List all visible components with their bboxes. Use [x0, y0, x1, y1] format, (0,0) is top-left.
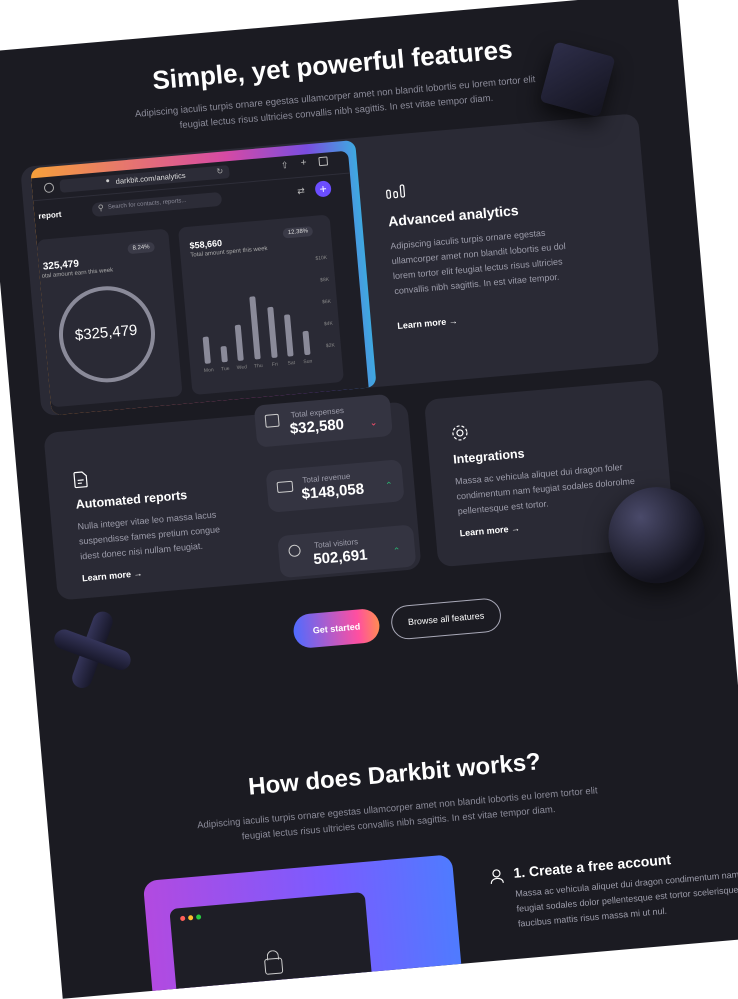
cash-icon	[277, 481, 294, 493]
wallet-icon	[265, 414, 280, 428]
lock-icon: ●	[105, 177, 110, 184]
browse-features-button[interactable]: Browse all features	[390, 597, 503, 640]
chart-bar	[267, 307, 277, 358]
arrow-right-icon: →	[511, 523, 521, 534]
trend-up-icon: ⌃	[385, 480, 393, 492]
reload-icon[interactable]: ↻	[216, 167, 223, 177]
chart-bar	[302, 331, 310, 355]
gear-icon	[450, 423, 470, 447]
dashboard-mockup: ● darkbit.com/analytics ↻ ⇧ + report ⚲ S…	[30, 140, 376, 415]
signup-illustration	[143, 854, 464, 998]
trend-down-icon: ⌄	[369, 417, 377, 429]
stat-value: 502,691	[313, 546, 369, 568]
window-dot-green	[196, 914, 201, 919]
x-tick-label: Sun	[299, 358, 316, 365]
search-icon: ⚲	[98, 203, 105, 212]
document-icon	[73, 471, 89, 494]
mockup-window: ● darkbit.com/analytics ↻ ⇧ + report ⚲ S…	[31, 151, 369, 416]
window-dot-red	[180, 916, 185, 921]
x-tick-label: Fri	[266, 361, 283, 368]
arrow-right-icon: →	[133, 568, 143, 579]
y-tick-label: $2K	[326, 343, 335, 350]
y-tick-label: $10K	[315, 255, 327, 262]
chart-bar	[203, 336, 211, 364]
users-icon	[288, 544, 301, 557]
user-icon	[489, 868, 505, 890]
chart-bar	[235, 324, 244, 361]
mockup-search-input[interactable]: ⚲ Search for contacts, reports...	[92, 192, 223, 217]
search-placeholder: Search for contacts, reports...	[108, 198, 187, 211]
spending-value: $58,660	[189, 238, 222, 251]
x-tick-label: Sat	[283, 360, 300, 367]
address-bar[interactable]: ● darkbit.com/analytics ↻	[59, 165, 229, 193]
x-tick-label: Wed	[233, 364, 250, 371]
filter-icon[interactable]: ⇄	[297, 186, 305, 198]
y-tick-label: $6K	[322, 299, 331, 306]
y-tick-label: $4K	[324, 321, 333, 328]
spending-bar-chart: $10K $8K $6K $4K $2K MonTueWedThuFriSatS…	[191, 255, 337, 386]
chart-bar	[284, 314, 294, 356]
mockup-page-label: report	[38, 210, 62, 221]
chart-bar	[220, 346, 227, 362]
arrow-right-icon: →	[448, 316, 458, 327]
x-tick-label: Tue	[217, 365, 234, 372]
new-tab-icon[interactable]: +	[300, 157, 307, 168]
bars-area	[191, 257, 315, 365]
lock-shackle	[266, 950, 279, 961]
share-icon[interactable]: ⇧	[281, 160, 289, 172]
x-tick-label: Mon	[200, 367, 217, 374]
address-url: darkbit.com/analytics	[115, 171, 186, 186]
sidebar-toggle-icon[interactable]	[44, 182, 55, 193]
trend-up-icon: ⌃	[393, 546, 401, 558]
features-page: Simple, yet powerful features Adipiscing…	[0, 0, 738, 999]
tabs-icon[interactable]	[318, 156, 328, 166]
earnings-card: 325,479 otal amount earn this week 8.24%…	[37, 229, 183, 408]
stat-value: $32,580	[289, 416, 345, 438]
window-dot-yellow	[188, 915, 193, 920]
cross-decoration	[49, 606, 136, 693]
spending-card: $58,660 Total amount spent this week 12.…	[178, 214, 344, 395]
add-button[interactable]: +	[314, 180, 331, 197]
y-tick-label: $8K	[320, 277, 329, 284]
chart-bars-icon	[385, 184, 407, 205]
spending-badge: 12.38%	[282, 226, 313, 239]
get-started-button[interactable]: Get started	[292, 608, 381, 649]
chart-bar	[249, 297, 260, 360]
x-tick-label: Thu	[250, 363, 267, 370]
earnings-badge: 8.24%	[127, 242, 155, 254]
